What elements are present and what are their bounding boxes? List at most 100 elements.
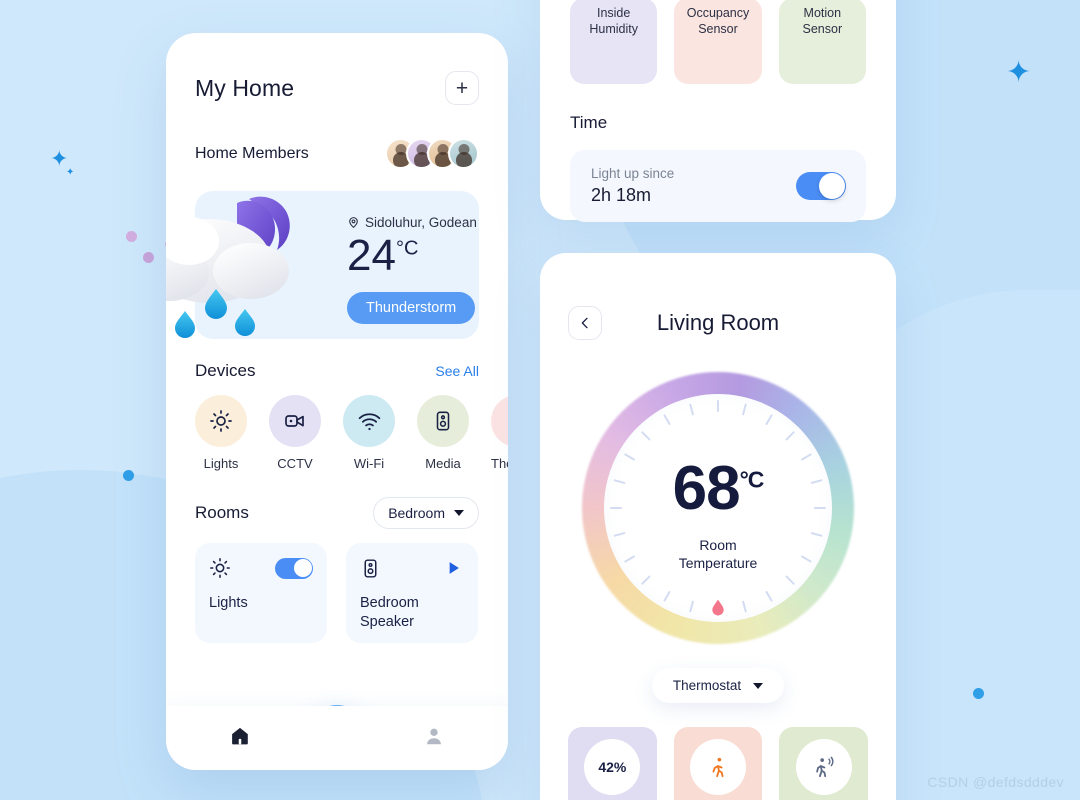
bottom-sensor-chips: 42% (568, 727, 869, 800)
home-icon (232, 727, 248, 744)
dial-caption: Room Temperature (604, 536, 832, 572)
mode-select[interactable]: Thermostat (652, 668, 784, 703)
weather-condition-badge[interactable]: Thunderstorm (347, 292, 476, 324)
sparkle-icon: ✦ (66, 167, 75, 178)
dial-temperature: 68°C (604, 458, 832, 520)
sensor-chip-motion[interactable]: Motion Sensor (778, 0, 866, 84)
device-label: CCTV (277, 456, 313, 471)
sensors-time-panel: Inside Humidity Occupancy Sensor Motion … (540, 0, 896, 222)
bottom-nav (166, 706, 508, 770)
device-item-lights[interactable]: Lights (195, 395, 247, 471)
dial-tick (785, 430, 796, 441)
add-button[interactable]: + (445, 71, 479, 105)
room-select[interactable]: Bedroom (373, 497, 479, 529)
chevron-down-icon (753, 682, 764, 689)
nav-item-profile[interactable] (423, 725, 445, 752)
device-item-cctv[interactable]: CCTV (269, 395, 321, 471)
occupancy-indicator (690, 739, 746, 795)
see-all-link[interactable]: See All (435, 363, 479, 379)
avatar[interactable] (448, 138, 479, 169)
wifi-icon (358, 412, 380, 430)
dial-tick (689, 600, 695, 613)
bottom-chip-humidity[interactable]: 42% (568, 727, 657, 800)
dial-tick (765, 413, 773, 426)
bottom-chip-motion[interactable] (779, 727, 869, 800)
rain-cloud-moon-icon (166, 196, 290, 338)
sensor-chip-inside-humidity[interactable]: Inside Humidity (570, 0, 658, 84)
light-up-since-value: 2h 18m (591, 185, 652, 205)
rooms-title: Rooms (195, 503, 249, 522)
light-up-since-card[interactable]: Light up since 2h 18m (570, 150, 866, 222)
device-item-media[interactable]: Media (417, 395, 469, 471)
weather-temp-value: 24 (347, 231, 396, 280)
chevron-down-icon (454, 510, 464, 516)
weather-card[interactable]: Sidoluhur, Godean 24°C Thunderstorm (166, 191, 479, 339)
sensor-chip-label: Inside Humidity (589, 6, 638, 36)
decor-dot (126, 231, 137, 242)
living-room-header: Living Room (568, 306, 868, 340)
sensor-chip-occupancy[interactable]: Occupancy Sensor (674, 0, 762, 84)
dial-temp-unit: °C (739, 466, 765, 493)
dial-tick (717, 400, 719, 412)
person-icon (427, 728, 441, 744)
dial-caption-line2: Temperature (678, 555, 758, 572)
lights-toggle[interactable] (275, 557, 313, 579)
home-members-label: Home Members (195, 144, 309, 162)
dial-tick (640, 575, 651, 586)
bottom-chip-occupancy[interactable] (673, 727, 763, 800)
motion-indicator (795, 739, 852, 795)
temperature-dial[interactable]: 68°C Room Temperature (582, 372, 854, 644)
dial-temp-value: 68 (672, 454, 741, 523)
speaker-icon (364, 558, 377, 578)
decor-dot (143, 252, 154, 263)
toggle-knob (819, 173, 845, 199)
location-pin-icon (349, 217, 358, 229)
decor-dot (123, 470, 134, 481)
play-button[interactable] (442, 557, 464, 579)
weather-info: Sidoluhur, Godean 24°C Thunderstorm (347, 215, 479, 324)
home-header: My Home + (195, 71, 479, 105)
device-item-thermostat[interactable]: Thermostat (491, 395, 508, 471)
sun-icon (210, 558, 230, 578)
room-card-label: Lights (209, 595, 248, 611)
dial-tick (741, 600, 747, 613)
camera-icon (285, 415, 304, 427)
device-label: Thermostat (491, 456, 508, 471)
back-button[interactable] (568, 306, 602, 340)
speaker-icon (436, 411, 450, 431)
room-card-label: Bedroom Speaker (360, 595, 419, 630)
time-section-title: Time (570, 113, 608, 132)
dial-tick (663, 590, 671, 603)
sparkle-icon: ✦ (1006, 56, 1032, 89)
device-label: Media (425, 456, 461, 471)
rooms-header: Rooms Bedroom (195, 497, 479, 529)
dial-tick (663, 413, 671, 426)
dial-face: 68°C Room Temperature (604, 394, 832, 622)
weather-location: Sidoluhur, Godean (365, 215, 477, 230)
chevron-left-icon (581, 317, 588, 329)
home-members-row: Home Members (195, 138, 479, 169)
weather-location-row: Sidoluhur, Godean (347, 215, 479, 230)
device-item-wifi[interactable]: Wi-Fi (343, 395, 395, 471)
mode-select-value: Thermostat (672, 678, 742, 693)
sensor-chip-list: Inside Humidity Occupancy Sensor Motion … (570, 0, 866, 84)
dial-tick (741, 403, 747, 416)
thermometer-icon (506, 410, 508, 432)
water-drop-icon (712, 599, 724, 616)
member-avatars[interactable] (385, 138, 479, 169)
dial-tick (689, 403, 695, 416)
play-icon (449, 562, 459, 574)
dial-tick (640, 430, 651, 441)
dial-tick (785, 575, 796, 586)
room-card-lights[interactable]: Lights (195, 543, 327, 643)
devices-title: Devices (195, 361, 256, 380)
devices-header: Devices See All (195, 361, 479, 381)
room-card-speaker[interactable]: Bedroom Speaker (346, 543, 478, 643)
device-label: Wi-Fi (353, 456, 385, 471)
nav-item-home[interactable] (229, 725, 251, 752)
humidity-value: 42% (584, 739, 641, 795)
room-cards: Lights Bedroom Speaker (195, 543, 479, 643)
page-title: My Home (195, 74, 295, 101)
decor-dot (973, 688, 984, 699)
light-up-toggle[interactable] (796, 172, 846, 200)
